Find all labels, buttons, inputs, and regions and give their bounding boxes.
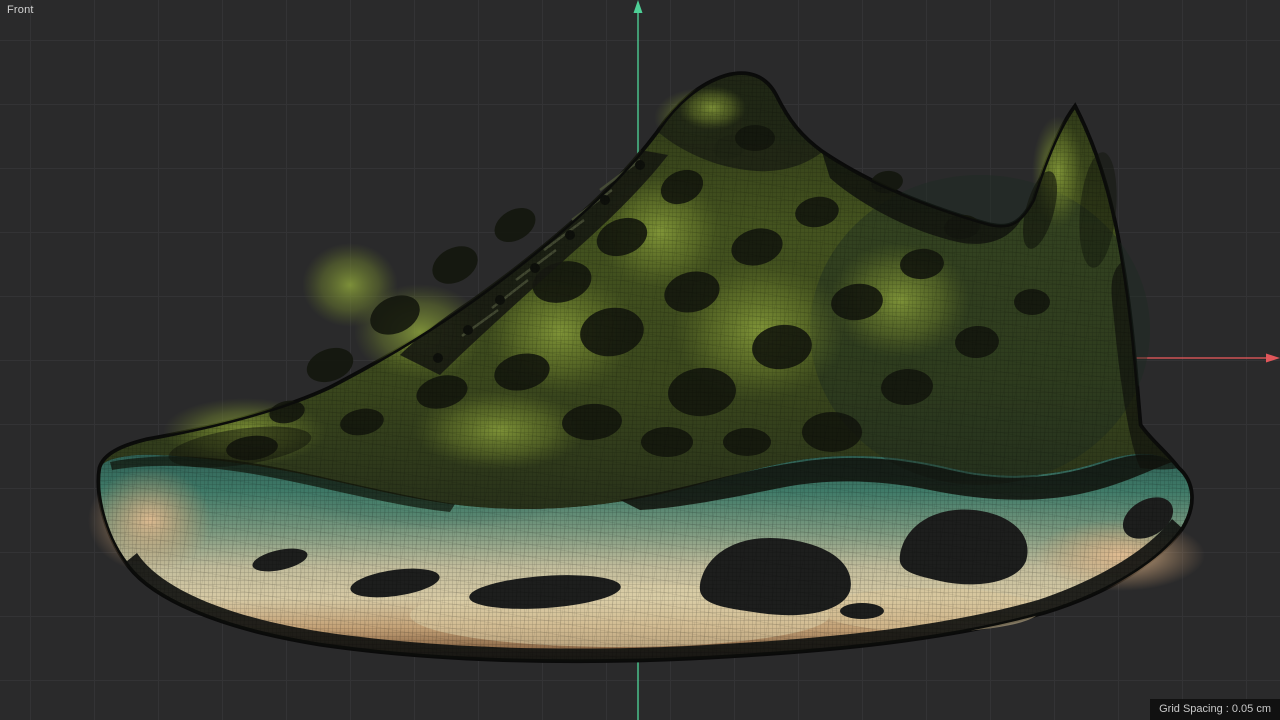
wireframe-overlay [99,73,1192,661]
status-bar: Grid Spacing : 0.05 cm [1150,699,1280,720]
viewport[interactable]: Front Grid Spacing : 0.05 cm [0,0,1280,720]
model-sneaker[interactable] [0,0,1280,720]
view-label: Front [7,4,34,16]
grid-spacing-label: Grid Spacing : 0.05 cm [1159,703,1271,715]
